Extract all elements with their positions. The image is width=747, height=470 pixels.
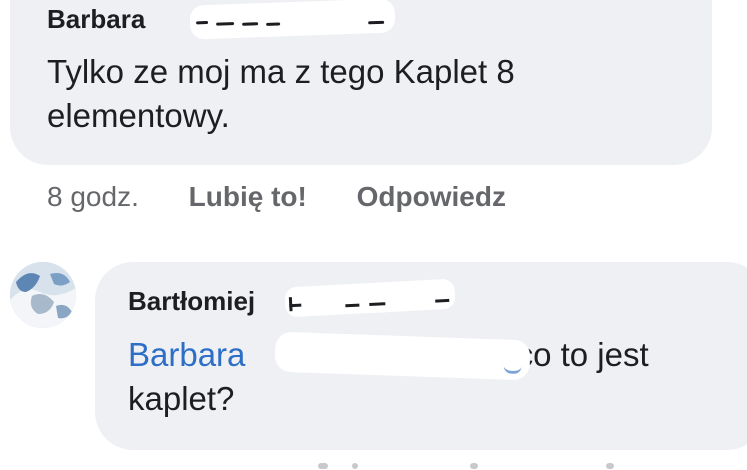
reply-button[interactable]: Odpowiedz <box>357 181 506 212</box>
comment-author-name[interactable]: Barbara <box>47 4 145 35</box>
mention-link[interactable]: Barbara <box>128 336 245 373</box>
profile-photo-icon <box>10 262 76 328</box>
author-first-name[interactable]: Barbara <box>47 4 145 34</box>
avatar[interactable] <box>10 262 76 328</box>
comment-actions: 8 godz. Lubię to! Odpowiedz <box>47 181 506 213</box>
comment-author-name[interactable]: Bartłomiej <box>128 286 255 317</box>
comment-timestamp[interactable]: 8 godz. <box>47 181 139 212</box>
comment-text: Tylko ze moj ma z tego Kaplet 8 elemento… <box>47 53 515 134</box>
like-button[interactable]: Lubię to! <box>189 181 307 212</box>
cropped-actions-row <box>0 455 747 470</box>
author-first-name[interactable]: Bartłomiej <box>128 286 255 316</box>
